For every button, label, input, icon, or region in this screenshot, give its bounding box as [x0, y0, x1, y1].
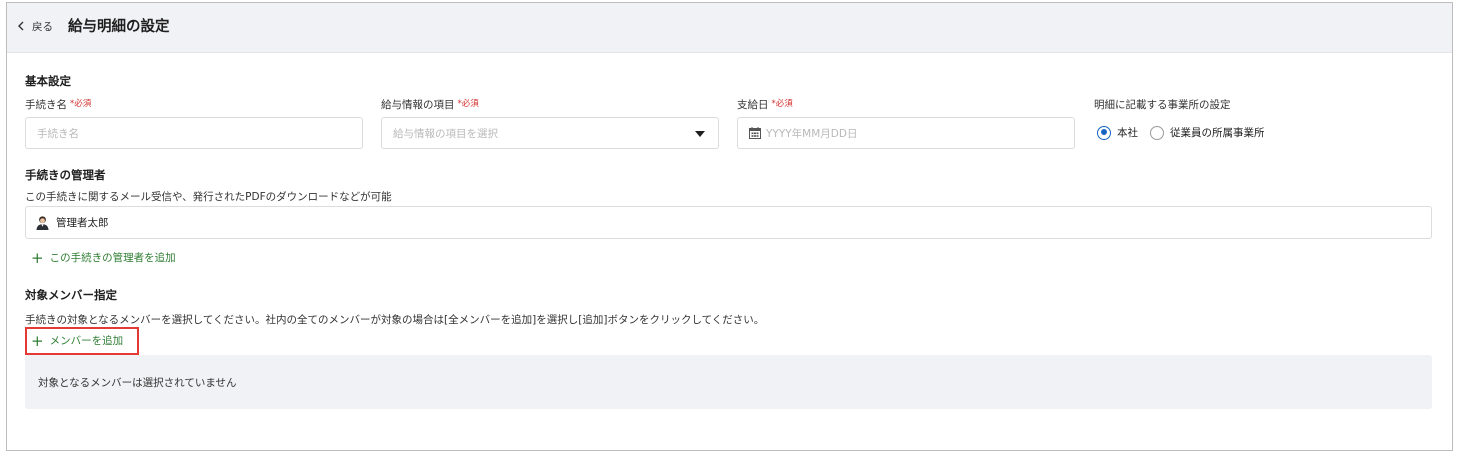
members-section-title: 対象メンバー指定 — [25, 288, 117, 302]
admin-list: 管理者太郎 — [25, 206, 1432, 239]
chevron-left-icon — [18, 21, 24, 31]
radio-headquarters-label: 本社 — [1117, 127, 1138, 139]
calendar-icon — [749, 127, 761, 139]
avatar-icon — [36, 216, 49, 230]
settings-panel: 戻る 給与明細の設定 基本設定 手続き名 *必須 手続き名 給与情報の項目 *必須 … — [6, 2, 1453, 451]
procedure-name-input[interactable]: 手続き名 — [25, 117, 363, 149]
procedure-name-placeholder: 手続き名 — [37, 127, 79, 140]
salary-item-placeholder: 給与情報の項目を選択 — [393, 127, 498, 140]
radio-employee-office-label: 従業員の所属事業所 — [1170, 127, 1265, 139]
office-setting-label: 明細に記載する事業所の設定 — [1094, 99, 1231, 111]
back-button[interactable]: 戻る — [15, 17, 53, 35]
radio-employee-office[interactable]: 従業員の所属事業所 — [1150, 125, 1265, 140]
radio-unchecked-icon — [1150, 125, 1164, 140]
pay-date-placeholder: YYYY年MM月DD日 — [766, 127, 858, 140]
plus-icon: + — [31, 248, 44, 267]
required-mark: *必須 — [70, 99, 92, 109]
members-empty-message: 対象となるメンバーは選択されていません — [38, 376, 237, 389]
admins-description: この手続きに関するメール受信や、発行されたPDFのダウンロードなどが可能 — [25, 191, 392, 203]
members-empty-state: 対象となるメンバーは選択されていません — [25, 355, 1432, 409]
admins-section-title: 手続きの管理者 — [25, 168, 106, 182]
caret-down-icon — [695, 131, 705, 137]
add-member-button[interactable]: + メンバーを追加 — [31, 333, 123, 348]
basic-settings-title: 基本設定 — [25, 74, 71, 88]
pay-date-label: 支給日 *必須 — [737, 97, 793, 112]
add-admin-button[interactable]: + この手続きの管理者を追加 — [31, 250, 176, 265]
radio-checked-icon — [1097, 125, 1111, 140]
salary-item-label-text: 給与情報の項目 — [381, 99, 455, 111]
office-setting-radio-group: 本社 従業員の所属事業所 — [1097, 125, 1277, 140]
page-title: 給与明細の設定 — [68, 19, 170, 35]
pay-date-input[interactable]: YYYY年MM月DD日 — [737, 117, 1075, 149]
pay-date-label-text: 支給日 — [737, 99, 769, 111]
salary-item-label: 給与情報の項目 *必須 — [381, 97, 479, 112]
page-header: 戻る 給与明細の設定 — [7, 3, 1452, 53]
admin-name: 管理者太郎 — [56, 217, 109, 229]
add-member-label: メンバーを追加 — [49, 335, 124, 347]
required-mark: *必須 — [457, 99, 479, 109]
add-admin-label: この手続きの管理者を追加 — [49, 252, 176, 264]
salary-item-select[interactable]: 給与情報の項目を選択 — [381, 117, 719, 149]
radio-headquarters[interactable]: 本社 — [1097, 125, 1138, 140]
procedure-name-label-text: 手続き名 — [25, 99, 67, 111]
back-label: 戻る — [32, 20, 53, 33]
members-description: 手続きの対象となるメンバーを選択してください。社内の全てのメンバーが対象の場合は… — [25, 314, 765, 326]
procedure-name-label: 手続き名 *必須 — [25, 97, 91, 112]
plus-icon: + — [31, 331, 44, 350]
required-mark: *必須 — [771, 99, 793, 109]
